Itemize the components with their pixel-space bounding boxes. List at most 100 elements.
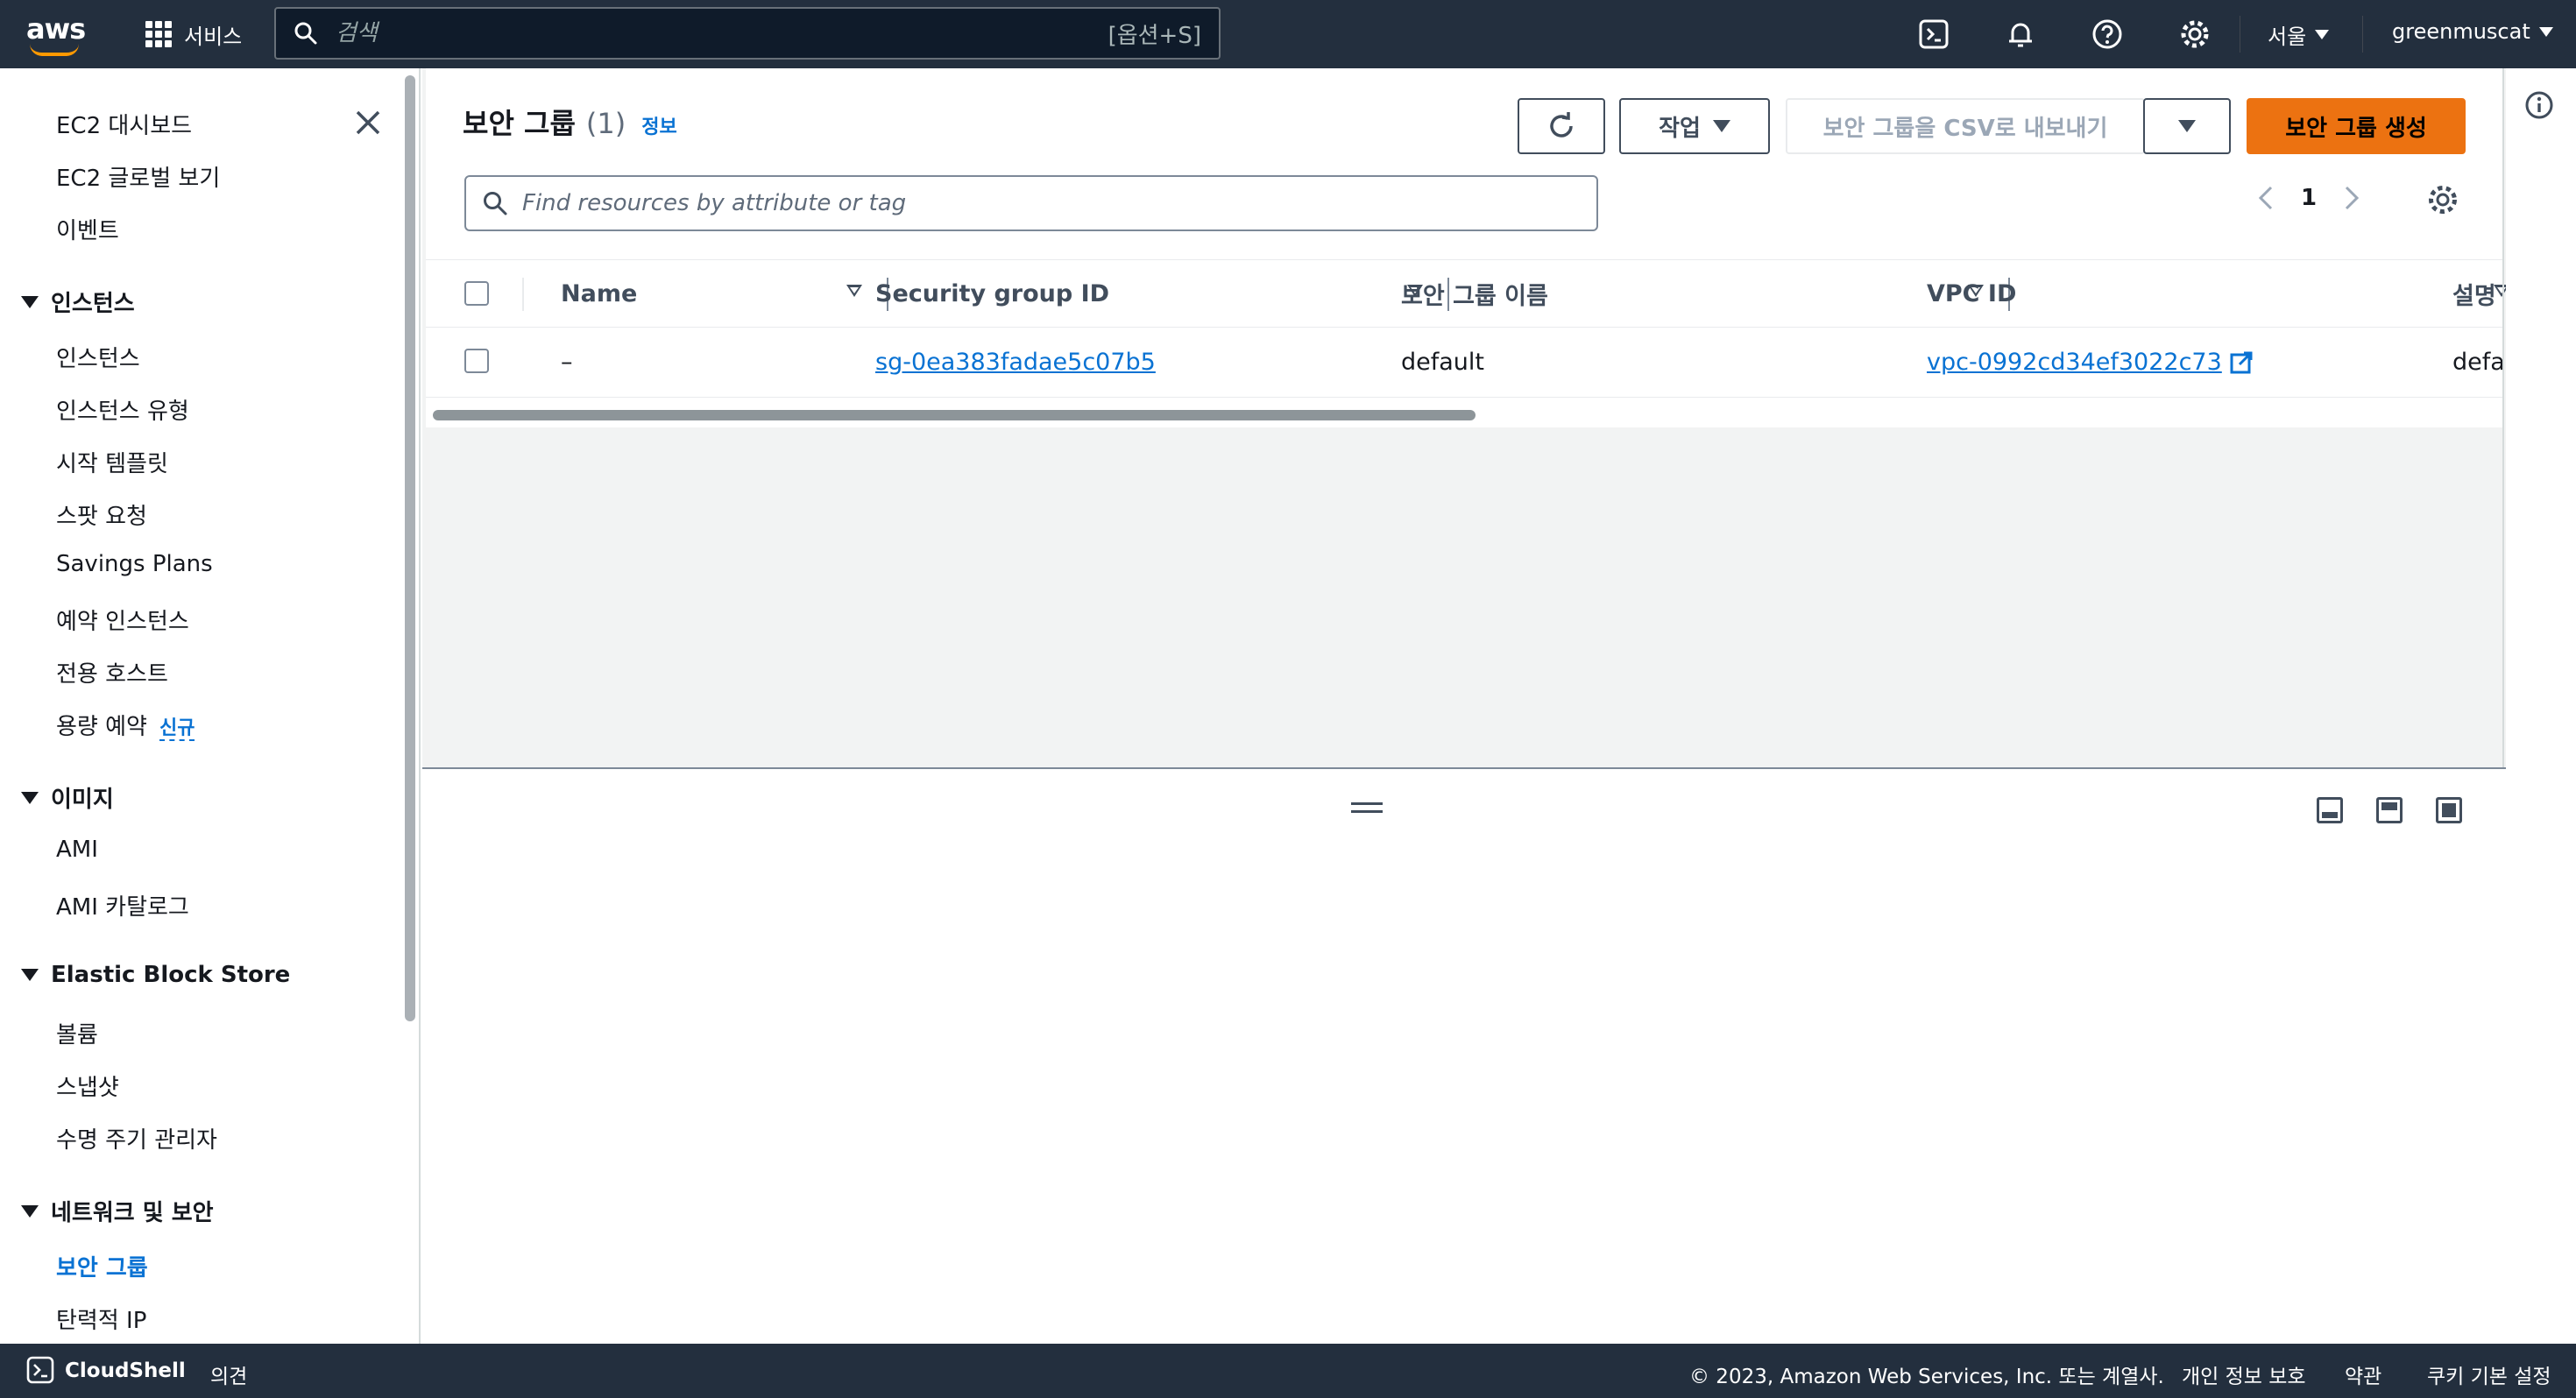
select-all-checkbox[interactable] xyxy=(464,281,489,306)
feedback-link[interactable]: 의견 xyxy=(210,1359,247,1389)
bell-icon[interactable] xyxy=(2004,18,2037,51)
row-checkbox[interactable] xyxy=(464,349,489,373)
sidebar-item-security-groups[interactable]: 보안 그룹 xyxy=(56,1250,148,1282)
aws-logo[interactable]: aws xyxy=(26,12,89,56)
sidebar-item-snapshots[interactable]: 스냅샷 xyxy=(56,1070,119,1102)
table-settings-icon[interactable] xyxy=(2425,182,2460,217)
sidebar-item-dedicated-hosts[interactable]: 전용 호스트 xyxy=(56,656,168,688)
sidebar-item-instance-types[interactable]: 인스턴스 유형 xyxy=(56,393,189,426)
caret-down-icon xyxy=(1712,120,1730,132)
pagination: 1 xyxy=(2257,184,2360,212)
section-title: Elastic Block Store xyxy=(51,962,291,988)
sidebar-item-instances[interactable]: 인스턴스 xyxy=(56,341,140,373)
sidebar-item-ec2-dashboard[interactable]: EC2 대시보드 xyxy=(56,108,192,140)
close-icon[interactable] xyxy=(352,107,384,138)
resource-filter-input[interactable] xyxy=(522,190,1581,216)
create-label: 보안 그룹 생성 xyxy=(2285,115,2427,142)
sidebar-section-images[interactable]: 이미지 xyxy=(21,781,114,814)
help-icon[interactable] xyxy=(2091,18,2124,51)
caret-down-icon xyxy=(21,1204,39,1218)
column-separator xyxy=(522,278,524,311)
footer: CloudShell 의견 © 2023, Amazon Web Service… xyxy=(0,1344,2576,1398)
info-link[interactable]: 정보 xyxy=(641,111,676,139)
sidebar-item-ami[interactable]: AMI xyxy=(56,837,98,863)
vpc-id-link[interactable]: vpc-0992cd34ef3022c73 xyxy=(1927,349,2222,376)
search-icon xyxy=(294,22,317,45)
column-header-label: 설명 xyxy=(2452,282,2496,310)
terms-link[interactable]: 약관 xyxy=(2345,1359,2381,1389)
global-search-input[interactable] xyxy=(336,20,1108,46)
privacy-link[interactable]: 개인 정보 보호 xyxy=(2182,1359,2306,1389)
sidebar-scrollbar[interactable] xyxy=(405,75,415,1021)
export-csv-button[interactable]: 보안 그룹을 CSV로 내보내기 xyxy=(1786,98,2145,154)
export-dropdown-button[interactable] xyxy=(2143,98,2231,154)
chevron-right-icon[interactable] xyxy=(2343,184,2360,212)
resource-filter[interactable] xyxy=(464,175,1598,231)
caret-down-icon xyxy=(21,791,39,804)
sort-icon[interactable] xyxy=(846,285,862,297)
page-title: 보안 그룹 (1) 정보 xyxy=(463,102,677,142)
account-menu[interactable]: greenmuscat xyxy=(2392,19,2553,44)
cloudshell-icon[interactable] xyxy=(26,1356,54,1384)
chevron-left-icon[interactable] xyxy=(2257,184,2275,212)
panel-side-icon[interactable] xyxy=(2376,797,2403,823)
security-groups-table-container: 보안 그룹 (1) 정보 작업 보안 그룹을 CSV로 내보내기 보안 그룹 생… xyxy=(426,68,2509,427)
sidebar-item-spot-requests[interactable]: 스팟 요청 xyxy=(56,498,147,531)
column-header-label: VPC ID xyxy=(1927,279,2017,307)
cloudshell-icon[interactable] xyxy=(1917,18,1950,51)
column-header-name[interactable]: Name xyxy=(561,260,637,327)
new-badge: 신규 xyxy=(159,717,195,741)
cell-vpc-id[interactable]: vpc-0992cd34ef3022c73 xyxy=(1927,328,2254,397)
refresh-icon xyxy=(1550,112,1573,138)
sidebar-item-label: 용량 예약 xyxy=(56,714,147,740)
sidebar: EC2 대시보드 EC2 글로벌 보기 이벤트 인스턴스 인스턴스 인스턴스 유… xyxy=(0,68,421,1344)
sidebar-section-ebs[interactable]: Elastic Block Store xyxy=(21,962,290,988)
global-search-box[interactable]: [옵션+S] xyxy=(274,7,1221,60)
sidebar-section-network-security[interactable]: 네트워크 및 보안 xyxy=(21,1195,214,1227)
page-title-text: 보안 그룹 xyxy=(463,107,576,140)
column-header-sg-name[interactable]: 보안 그룹 이름 xyxy=(1401,260,1548,327)
sidebar-item-ec2-global-view[interactable]: EC2 글로벌 보기 xyxy=(56,160,220,193)
sidebar-item-volumes[interactable]: 볼륨 xyxy=(56,1017,98,1049)
export-csv-label: 보안 그룹을 CSV로 내보내기 xyxy=(1822,115,2108,142)
sidebar-item-reserved-instances[interactable]: 예약 인스턴스 xyxy=(56,604,189,636)
aws-smile-icon xyxy=(30,44,79,56)
column-header-sg-id[interactable]: Security group ID xyxy=(875,260,1109,327)
resize-handle-icon[interactable] xyxy=(1351,802,1383,813)
caret-down-icon xyxy=(21,969,39,981)
split-panel xyxy=(422,767,2506,1344)
cloudshell-button[interactable]: CloudShell xyxy=(65,1359,186,1382)
actions-dropdown-button[interactable]: 작업 xyxy=(1619,98,1770,154)
info-icon[interactable] xyxy=(2523,89,2555,121)
cell-sg-id-link[interactable]: sg-0ea383fadae5c07b5 xyxy=(875,328,1156,397)
cookie-preferences-link[interactable]: 쿠키 기본 설정 xyxy=(2427,1359,2551,1389)
sidebar-item-savings-plans[interactable]: Savings Plans xyxy=(56,551,213,577)
services-menu-button[interactable]: 서비스 xyxy=(145,18,242,51)
tools-rail xyxy=(2506,68,2576,1344)
cell-name: – xyxy=(561,349,573,376)
region-selector[interactable]: 서울 xyxy=(2268,19,2330,50)
gear-icon[interactable] xyxy=(2178,18,2212,51)
create-security-group-button[interactable]: 보안 그룹 생성 xyxy=(2247,98,2466,154)
external-link-icon xyxy=(2230,351,2253,373)
panel-full-icon[interactable] xyxy=(2436,797,2462,823)
sidebar-item-capacity-reservations[interactable]: 용량 예약 신규 xyxy=(56,709,195,741)
sidebar-item-launch-templates[interactable]: 시작 템플릿 xyxy=(56,446,168,478)
sidebar-item-elastic-ips[interactable]: 탄력적 IP xyxy=(56,1303,146,1335)
search-shortcut-hint: [옵션+S] xyxy=(1108,22,1201,49)
panel-bottom-icon[interactable] xyxy=(2317,797,2343,823)
column-header-label: Security group ID xyxy=(875,279,1110,307)
page-number[interactable]: 1 xyxy=(2301,185,2317,211)
sidebar-item-events[interactable]: 이벤트 xyxy=(56,213,119,245)
sidebar-item-lifecycle-manager[interactable]: 수명 주기 관리자 xyxy=(56,1122,217,1154)
refresh-button[interactable] xyxy=(1518,98,1605,154)
cell-sg-name: default xyxy=(1401,349,1485,376)
actions-label: 작업 xyxy=(1659,115,1701,142)
sidebar-section-instances[interactable]: 인스턴스 xyxy=(21,286,135,318)
column-header-vpc-id[interactable]: VPC ID xyxy=(1927,260,2016,327)
horizontal-scrollbar[interactable] xyxy=(433,410,1476,420)
search-icon xyxy=(484,192,507,215)
column-header-description[interactable]: 설명 xyxy=(2452,260,2496,327)
table-row[interactable]: – sg-0ea383fadae5c07b5 default vpc-0992c… xyxy=(426,328,2505,398)
sidebar-item-ami-catalog[interactable]: AMI 카탈로그 xyxy=(56,889,189,921)
